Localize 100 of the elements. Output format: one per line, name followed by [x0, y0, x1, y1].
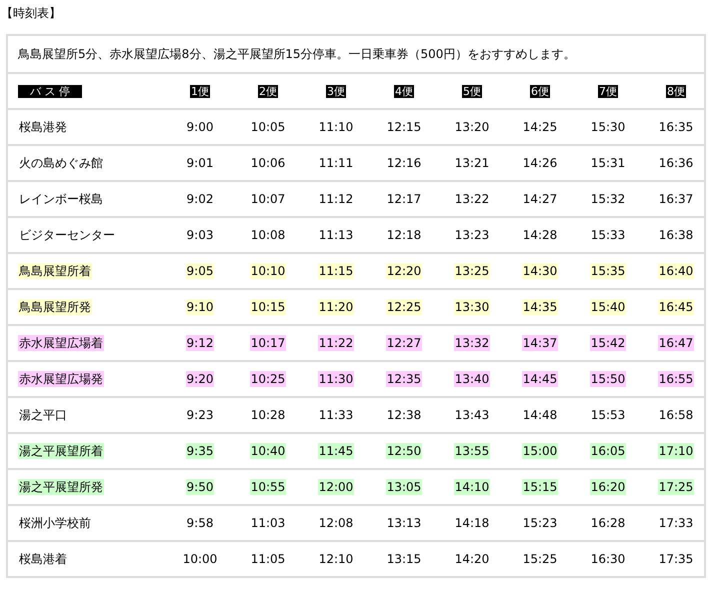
time-cell: 9:00 [186, 119, 214, 135]
time-cell: 13:55 [454, 443, 490, 459]
stop-name: 赤水展望広場発 [18, 370, 104, 386]
time-cell: 10:10 [250, 263, 286, 279]
time-cell: 12:27 [386, 335, 422, 351]
time-cell: 15:42 [590, 335, 626, 351]
time-cell: 16:37 [658, 191, 694, 207]
time-cell: 11:20 [318, 299, 354, 315]
time-cell: 12:38 [386, 407, 422, 423]
time-cell: 12:00 [318, 479, 354, 495]
column-header: 5便 [462, 84, 482, 98]
time-cell: 15:40 [590, 299, 626, 315]
time-cell: 11:05 [250, 551, 286, 567]
time-cell: 14:10 [454, 479, 490, 495]
time-cell: 11:22 [318, 335, 354, 351]
time-cell: 10:07 [250, 191, 286, 207]
time-cell: 16:47 [658, 335, 694, 351]
time-cell: 16:58 [658, 407, 694, 423]
time-cell: 11:13 [318, 227, 354, 243]
time-cell: 11:30 [318, 371, 354, 387]
time-cell: 14:20 [454, 551, 490, 567]
page-title: 【時刻表】 [1, 5, 61, 22]
time-cell: 16:40 [658, 263, 694, 279]
time-cell: 13:30 [454, 299, 490, 315]
column-header: 8便 [666, 84, 686, 98]
column-header: 6便 [530, 84, 550, 98]
column-header: 3便 [326, 84, 346, 98]
time-cell: 14:27 [522, 191, 558, 207]
time-cell: 14:25 [522, 119, 558, 135]
time-cell: 12:08 [318, 515, 354, 531]
time-cell: 9:58 [186, 515, 214, 531]
time-cell: 9:50 [186, 479, 214, 495]
time-cell: 12:10 [318, 551, 354, 567]
time-cell: 13:20 [454, 119, 490, 135]
time-cell: 15:00 [522, 443, 558, 459]
time-cell: 11:15 [318, 263, 354, 279]
time-cell: 12:15 [386, 119, 422, 135]
time-cell: 17:33 [658, 515, 694, 531]
time-cell: 17:25 [658, 479, 694, 495]
time-cell: 15:25 [522, 551, 558, 567]
time-cell: 9:01 [186, 155, 214, 171]
time-cell: 9:05 [186, 263, 214, 279]
time-cell: 15:53 [590, 407, 626, 423]
time-cell: 10:05 [250, 119, 286, 135]
time-cell: 15:32 [590, 191, 626, 207]
time-cell: 16:45 [658, 299, 694, 315]
time-cell: 16:38 [658, 227, 694, 243]
time-cell: 12:16 [386, 155, 422, 171]
time-cell: 15:15 [522, 479, 558, 495]
time-cell: 10:15 [250, 299, 286, 315]
time-cell: 10:00 [182, 551, 218, 567]
time-cell: 14:28 [522, 227, 558, 243]
time-cell: 9:23 [186, 407, 214, 423]
time-cell: 11:33 [318, 407, 354, 423]
column-header: 7便 [598, 84, 618, 98]
time-cell: 13:05 [386, 479, 422, 495]
time-cell: 12:17 [386, 191, 422, 207]
time-cell: 15:50 [590, 371, 626, 387]
time-cell: 14:30 [522, 263, 558, 279]
stop-name: 鳥島展望所着 [18, 262, 92, 278]
time-cell: 11:03 [250, 515, 286, 531]
stop-name: 赤水展望広場着 [18, 334, 104, 350]
time-cell: 12:20 [386, 263, 422, 279]
column-header: バ ス 停 [18, 84, 82, 98]
time-cell: 15:33 [590, 227, 626, 243]
time-cell: 13:32 [454, 335, 490, 351]
time-cell: 11:10 [318, 119, 354, 135]
time-cell: 12:18 [386, 227, 422, 243]
column-header: 1便 [190, 84, 210, 98]
stop-name: 桜島港着 [18, 550, 68, 566]
time-cell: 11:11 [318, 155, 354, 171]
stop-name: 湯之平展望所発 [18, 478, 104, 494]
time-cell: 17:35 [658, 551, 694, 567]
time-cell: 9:02 [186, 191, 214, 207]
stop-name: 桜洲小学校前 [18, 514, 92, 530]
time-cell: 14:18 [454, 515, 490, 531]
time-cell: 15:31 [590, 155, 626, 171]
time-cell: 16:28 [590, 515, 626, 531]
time-cell: 14:35 [522, 299, 558, 315]
notice-text: 鳥島展望所5分、赤水展望広場8分、湯之平展望所15分停車。一日乗車券（500円）をおすすめします。 [8, 36, 704, 74]
time-cell: 16:20 [590, 479, 626, 495]
time-cell: 13:25 [454, 263, 490, 279]
time-cell: 10:17 [250, 335, 286, 351]
time-cell: 9:10 [186, 299, 214, 315]
time-cell: 13:22 [454, 191, 490, 207]
time-cell: 13:40 [454, 371, 490, 387]
time-cell: 11:12 [318, 191, 354, 207]
time-cell: 13:13 [386, 515, 422, 531]
time-cell: 17:10 [658, 443, 694, 459]
time-cell: 9:03 [186, 227, 214, 243]
time-cell: 16:30 [590, 551, 626, 567]
stop-name: 湯之平口 [18, 406, 68, 422]
time-cell: 9:20 [186, 371, 214, 387]
time-cell: 13:15 [386, 551, 422, 567]
time-cell: 10:40 [250, 443, 286, 459]
time-cell: 15:30 [590, 119, 626, 135]
time-cell: 14:37 [522, 335, 558, 351]
time-cell: 13:43 [454, 407, 490, 423]
time-cell: 12:25 [386, 299, 422, 315]
time-cell: 9:35 [186, 443, 214, 459]
